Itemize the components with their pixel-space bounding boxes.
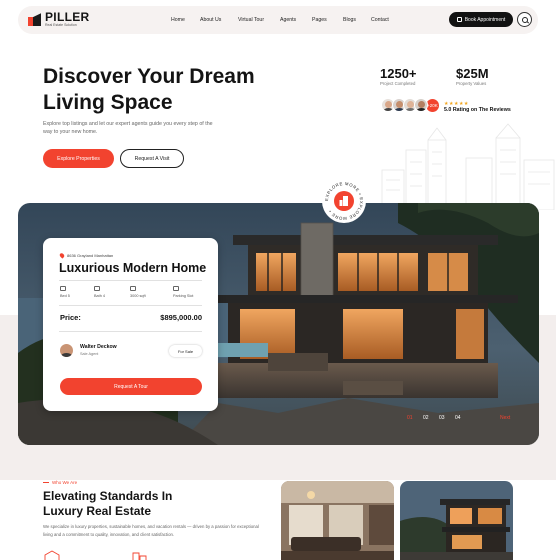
about-eyebrow: Who We Are: [43, 480, 77, 485]
property-title[interactable]: Luxurious Modern Home: [59, 261, 206, 275]
stat-projects: 1250+ Project Completed: [380, 66, 417, 86]
stat-values: $25M Property Values: [456, 66, 489, 86]
explore-badge[interactable]: EXPLORE MORE • EXPLORE MORE •: [321, 178, 367, 224]
calendar-icon: [456, 17, 462, 22]
feature-bed-label: Bed 5: [60, 294, 70, 298]
hero-title-line1: Discover Your Dream: [43, 65, 255, 88]
card-divider: [59, 305, 202, 306]
page-02[interactable]: 02: [423, 415, 429, 421]
explore-properties-button[interactable]: Explore Properties: [43, 149, 114, 168]
brand-name: PILLER: [45, 10, 90, 24]
area-icon: [130, 286, 136, 291]
logo-mark-icon: [28, 12, 42, 27]
agent-role: Sale Agent: [80, 352, 99, 356]
brand-tagline: Real Estate Solution: [45, 23, 77, 27]
property-price: $895,000.00: [160, 313, 202, 322]
hero-title: Discover Your Dream Living Space: [43, 64, 303, 116]
page-04[interactable]: 04: [455, 415, 461, 421]
nav-link-home[interactable]: Home: [171, 17, 185, 23]
property-location-text: 8636 Grayland Manhattan: [67, 253, 114, 258]
about-feature-icons: [44, 550, 147, 560]
feature-parking-label: Parking Slot: [173, 294, 194, 298]
hero-title-line2: Living Space: [43, 91, 173, 114]
about-title-line1: Elevating Standards In: [43, 489, 173, 503]
about-title-line2: Luxury Real Estate: [43, 504, 152, 518]
price-label: Price:: [60, 313, 81, 322]
parking-icon: [173, 286, 179, 291]
feature-bath-label: Bath 4: [94, 294, 105, 298]
skyline-illustration: [381, 123, 555, 210]
hero-description: Explore top listings and let our expert …: [43, 121, 213, 135]
nav-link-blogs[interactable]: Blogs: [343, 17, 356, 23]
next-slide-button[interactable]: Next: [500, 415, 510, 421]
card-divider: [59, 280, 202, 281]
book-appointment-label: Book Appointment: [464, 16, 506, 23]
book-appointment-button[interactable]: Book Appointment: [449, 12, 513, 27]
card-divider: [59, 331, 202, 332]
request-visit-button[interactable]: Request A Visit: [120, 149, 184, 168]
nav-link-agents[interactable]: Agents: [280, 17, 296, 23]
buildings-icon: [132, 552, 147, 560]
stat-values-label: Property Values: [456, 81, 487, 86]
page-01[interactable]: 01: [407, 415, 413, 421]
feature-area-label: 3000 sqft: [130, 294, 146, 298]
feature-area: 3000 sqft: [130, 286, 164, 298]
bed-icon: [60, 286, 66, 291]
stat-projects-label: Project Completed: [380, 81, 416, 86]
home-icon: [44, 550, 60, 560]
page-03[interactable]: 03: [439, 415, 445, 421]
stat-values-value: $25M: [456, 66, 489, 81]
stat-projects-value: 1250+: [380, 66, 417, 81]
agent-name[interactable]: Walter Deckow: [80, 344, 117, 350]
property-location: 8636 Grayland Manhattan: [58, 252, 114, 259]
about-title: Elevating Standards In Luxury Real Estat…: [43, 489, 243, 519]
feature-parking: Parking Slot: [173, 286, 207, 298]
nav-link-virtual-tour[interactable]: Virtual Tour: [238, 17, 264, 23]
feature-bath: Bath 4: [94, 286, 128, 298]
house-exterior-image: [400, 481, 513, 560]
status-badge: For Sale: [169, 345, 202, 357]
agent-avatar[interactable]: [60, 344, 73, 357]
navbar: PILLER Real Estate Solution Home About U…: [18, 6, 538, 34]
bath-icon: [94, 286, 100, 291]
nav-link-contact[interactable]: Contact: [371, 17, 389, 23]
feature-bed: Bed 5: [60, 286, 94, 298]
request-tour-button[interactable]: Request A Tour: [60, 378, 202, 395]
brand-logo[interactable]: PILLER Real Estate Solution: [28, 11, 89, 28]
nav-link-pages[interactable]: Pages: [312, 17, 327, 23]
location-pin-icon: [58, 252, 66, 259]
property-card: 8636 Grayland Manhattan Luxurious Modern…: [43, 238, 218, 411]
search-icon[interactable]: [517, 12, 532, 27]
about-description: We specialize in luxury properties, sust…: [43, 524, 259, 537]
interior-image: [281, 481, 394, 560]
nav-link-about[interactable]: About Us: [200, 17, 221, 23]
